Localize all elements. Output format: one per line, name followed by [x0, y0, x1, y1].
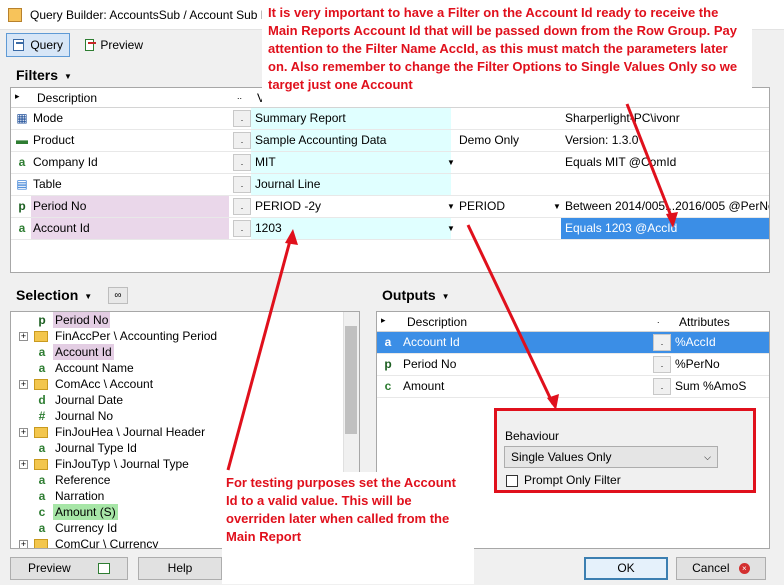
arrowhead-result	[666, 212, 678, 228]
arrowhead-value	[285, 229, 298, 245]
arrow-to-result	[625, 103, 675, 222]
annotation-arrows	[226, 103, 678, 471]
arrow-to-behaviour	[466, 224, 555, 405]
arrow-to-value	[226, 236, 293, 471]
